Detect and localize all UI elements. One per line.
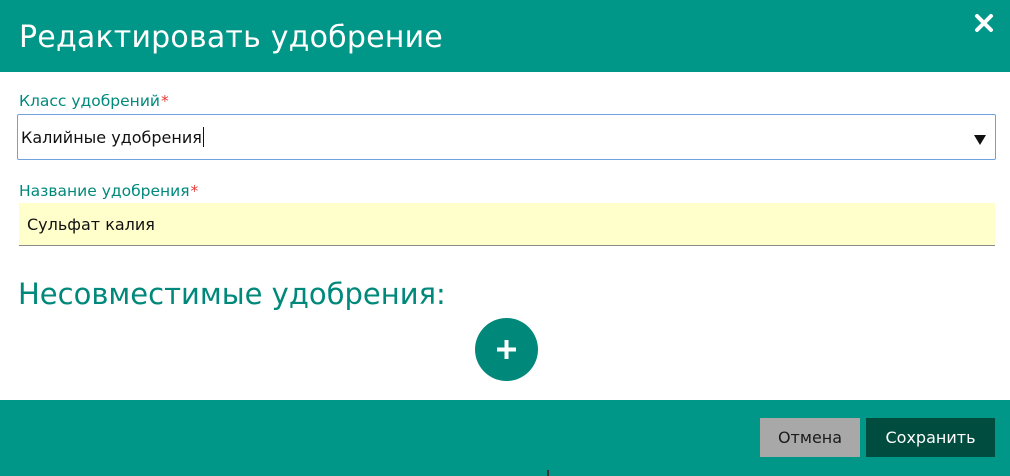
cancel-button[interactable]: Отмена [760, 418, 860, 457]
required-mark: * [190, 182, 199, 200]
edit-fertilizer-dialog: Редактировать удобрение Класс удобрений*… [0, 0, 1010, 476]
class-field-label: Класс удобрений* [19, 92, 169, 110]
class-field-label-text: Класс удобрений [19, 92, 160, 110]
dialog-title: Редактировать удобрение [19, 20, 443, 55]
dialog-footer: Отмена Сохранить [0, 400, 1010, 476]
close-icon[interactable] [971, 10, 997, 36]
incompatible-fertilizers-title: Несовместимые удобрения: [18, 277, 446, 311]
text-cursor [202, 127, 204, 147]
name-field-label-text: Название удобрения [19, 182, 190, 200]
fertilizer-name-input[interactable]: Сульфат калия [19, 203, 995, 246]
divider-mark [547, 470, 549, 476]
dialog-header: Редактировать удобрение [0, 0, 1010, 72]
add-incompatible-button[interactable] [475, 318, 538, 381]
fertilizer-class-select[interactable]: Калийные удобрения [17, 114, 996, 160]
required-mark: * [160, 92, 169, 110]
dropdown-arrow-icon[interactable] [974, 131, 986, 145]
fertilizer-name-value: Сульфат калия [27, 215, 155, 234]
fertilizer-class-value: Калийные удобрения [21, 127, 204, 147]
save-button[interactable]: Сохранить [866, 418, 995, 457]
name-field-label: Название удобрения* [19, 182, 198, 200]
plus-icon [497, 340, 516, 359]
